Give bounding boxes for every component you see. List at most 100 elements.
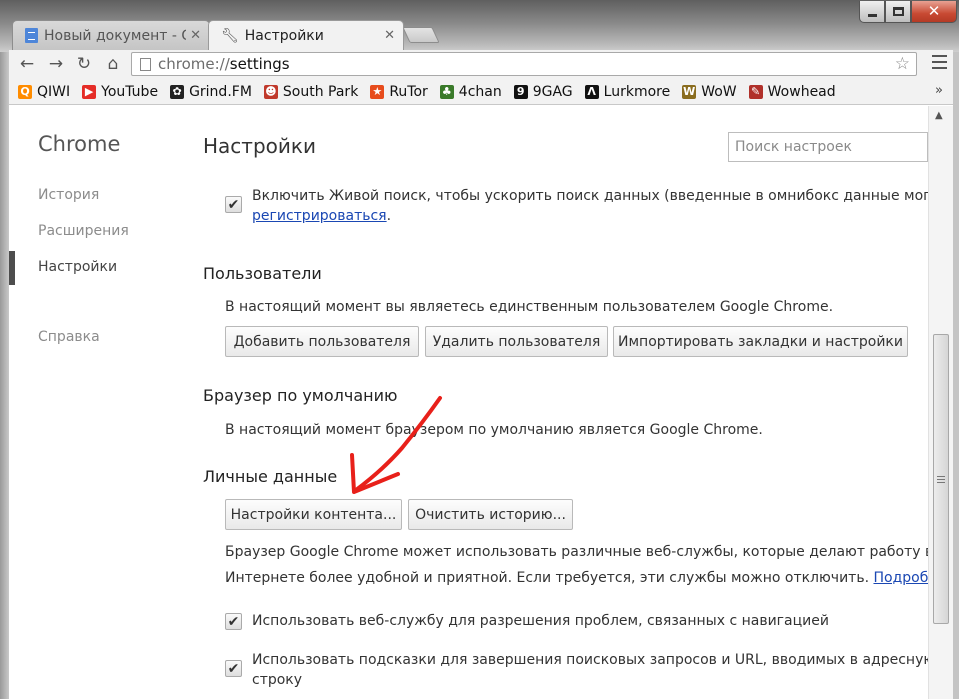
search-suggestions-label-line2: строку [252,672,303,688]
sidebar-selected-indicator [9,251,15,285]
checkmark-icon: ✔ [227,196,240,213]
reload-icon: ↻ [76,54,92,74]
navigation-service-checkbox[interactable]: ✔ [225,613,242,630]
bookmark-label: Grind.FM [189,83,252,100]
bookmark-youtube[interactable]: ▶ YouTube [82,84,158,100]
window-border-right [953,52,959,699]
more-info-link[interactable]: Подробнее... [873,570,928,586]
search-suggestions-label: Использовать подсказки для завершения по… [252,652,928,668]
forward-button[interactable]: → [44,52,68,76]
bookmark-9gag[interactable]: 9 9GAG [513,83,573,100]
checkmark-icon: ✔ [227,613,240,630]
bookmark-4chan[interactable]: ♣ 4chan [439,83,502,100]
bookmark-star-icon[interactable]: ☆ [895,54,910,74]
tab-settings[interactable]: 🔧︎ Настройки ✕ [208,20,404,50]
scroll-up-arrow-icon[interactable]: ▲ [935,110,943,121]
search-suggestions-checkbox[interactable]: ✔ [225,660,242,677]
tab-title: Настройки [244,27,324,44]
address-bar[interactable]: chrome://settings ☆ [131,52,917,76]
browser-toolbar: ← → ↻ ⌂ chrome://settings ☆ [9,50,953,79]
privacy-description-line1: Браузер Google Chrome может использовать… [225,544,928,560]
home-icon: ⌂ [107,54,119,74]
sidebar-item-extensions[interactable]: Расширения [38,223,129,239]
instant-search-checkbox[interactable]: ✔ [225,196,242,213]
bookmarks-overflow-icon[interactable]: » [935,83,943,98]
clear-history-button[interactable]: Очистить историю... [408,499,573,530]
qiwi-icon: Q [18,84,32,99]
bookmark-label: 4chan [458,83,502,100]
content-settings-button[interactable]: Настройки контента... [225,499,402,530]
add-user-button[interactable]: Добавить пользователя [225,326,419,357]
back-arrow-icon: ← [19,54,35,74]
tab-new-document[interactable]: Новый документ - G ✕ [12,20,210,50]
bookmark-label: Wowhead [767,83,836,100]
bookmark-wowhead[interactable]: ✎ Wowhead [748,83,836,100]
bookmark-grind-fm[interactable]: ✿ Grind.FM [170,84,252,100]
clover-icon: ♣ [439,84,454,99]
page-icon [140,57,151,71]
users-description: В настоящий момент вы являетесь единстве… [225,299,834,315]
home-button[interactable]: ⌂ [101,52,125,76]
wow-icon: W [682,84,697,99]
window-controls: ✕ [859,1,957,23]
bookmark-rutor[interactable]: ★ RuTor [370,83,428,100]
tab-title: Новый документ - G [44,27,187,44]
bookmark-south-park[interactable]: ☻ South Park [263,83,359,100]
import-bookmarks-button[interactable]: Импортировать закладки и настройки [613,326,908,357]
instant-search-label-line2: регистрироваться. [252,208,392,224]
instant-search-label: Включить Живой поиск, чтобы ускорить пои… [252,188,928,204]
settings-sidebar: Chrome История Расширения Настройки Спра… [9,106,189,699]
youtube-icon: ▶ [82,84,97,99]
bookmark-qiwi[interactable]: Q QIWI [18,84,70,100]
privacy-heading: Личные данные [203,467,338,486]
bookmark-label: RuTor [389,83,428,100]
maximize-button[interactable] [885,1,911,23]
default-browser-heading: Браузер по умолчанию [203,386,398,405]
sidebar-item-history[interactable]: История [38,187,99,203]
close-window-button[interactable]: ✕ [911,1,957,23]
bookmark-label: South Park [282,83,359,100]
document-icon [25,28,38,43]
bookmarks-bar: Q QIWI ▶ YouTube ✿ Grind.FM ☻ South Park ★ RuTor ♣… [9,79,953,105]
maximize-icon [892,7,904,16]
search-settings-input[interactable] [728,132,928,162]
rutor-icon: ★ [370,84,385,99]
sidebar-item-settings[interactable]: Настройки [38,259,117,275]
navigation-service-label: Использовать веб-службу для разрешения п… [252,613,829,629]
bookmark-label: QIWI [37,83,71,100]
page-title: Настройки [203,134,316,158]
bookmark-label: 9GAG [532,83,573,100]
close-icon: ✕ [927,2,941,20]
bookmark-lurkmore[interactable]: Λ Lurkmore [584,83,671,100]
bookmark-label: Lurkmore [603,83,671,100]
wrench-icon: 🔧︎ [221,27,239,44]
chrome-menu-icon[interactable] [932,55,947,69]
checkmark-icon: ✔ [227,660,240,677]
page-scrollbar[interactable]: ▲ [928,106,953,699]
wowhead-icon: ✎ [748,84,763,99]
settings-page: Chrome История Расширения Настройки Спра… [9,106,928,699]
default-browser-description: В настоящий момент браузером по умолчани… [225,422,763,438]
users-heading: Пользователи [203,264,322,283]
learn-more-link[interactable]: регистрироваться [252,208,387,224]
sidebar-brand: Chrome [38,132,121,156]
sidebar-item-help[interactable]: Справка [38,329,100,345]
bookmark-label: WoW [701,83,737,100]
tab-close-icon[interactable]: ✕ [190,28,201,43]
url-host: settings [229,55,290,73]
minimize-button[interactable] [859,1,885,23]
bookmark-wow[interactable]: W WoW [682,83,737,100]
9gag-icon: 9 [513,84,528,99]
paw-icon: ✿ [170,84,185,99]
reload-button[interactable]: ↻ [72,52,96,76]
lambda-icon: Λ [584,84,599,99]
window-border-left [0,52,9,699]
scrollbar-thumb[interactable] [933,334,949,624]
tab-close-icon[interactable]: ✕ [384,28,395,43]
minimize-icon [867,14,877,17]
url-scheme: chrome:// [158,55,230,73]
back-button[interactable]: ← [15,52,39,76]
forward-arrow-icon: → [48,54,64,74]
bookmark-label: YouTube [101,83,159,100]
delete-user-button[interactable]: Удалить пользователя [425,326,608,357]
